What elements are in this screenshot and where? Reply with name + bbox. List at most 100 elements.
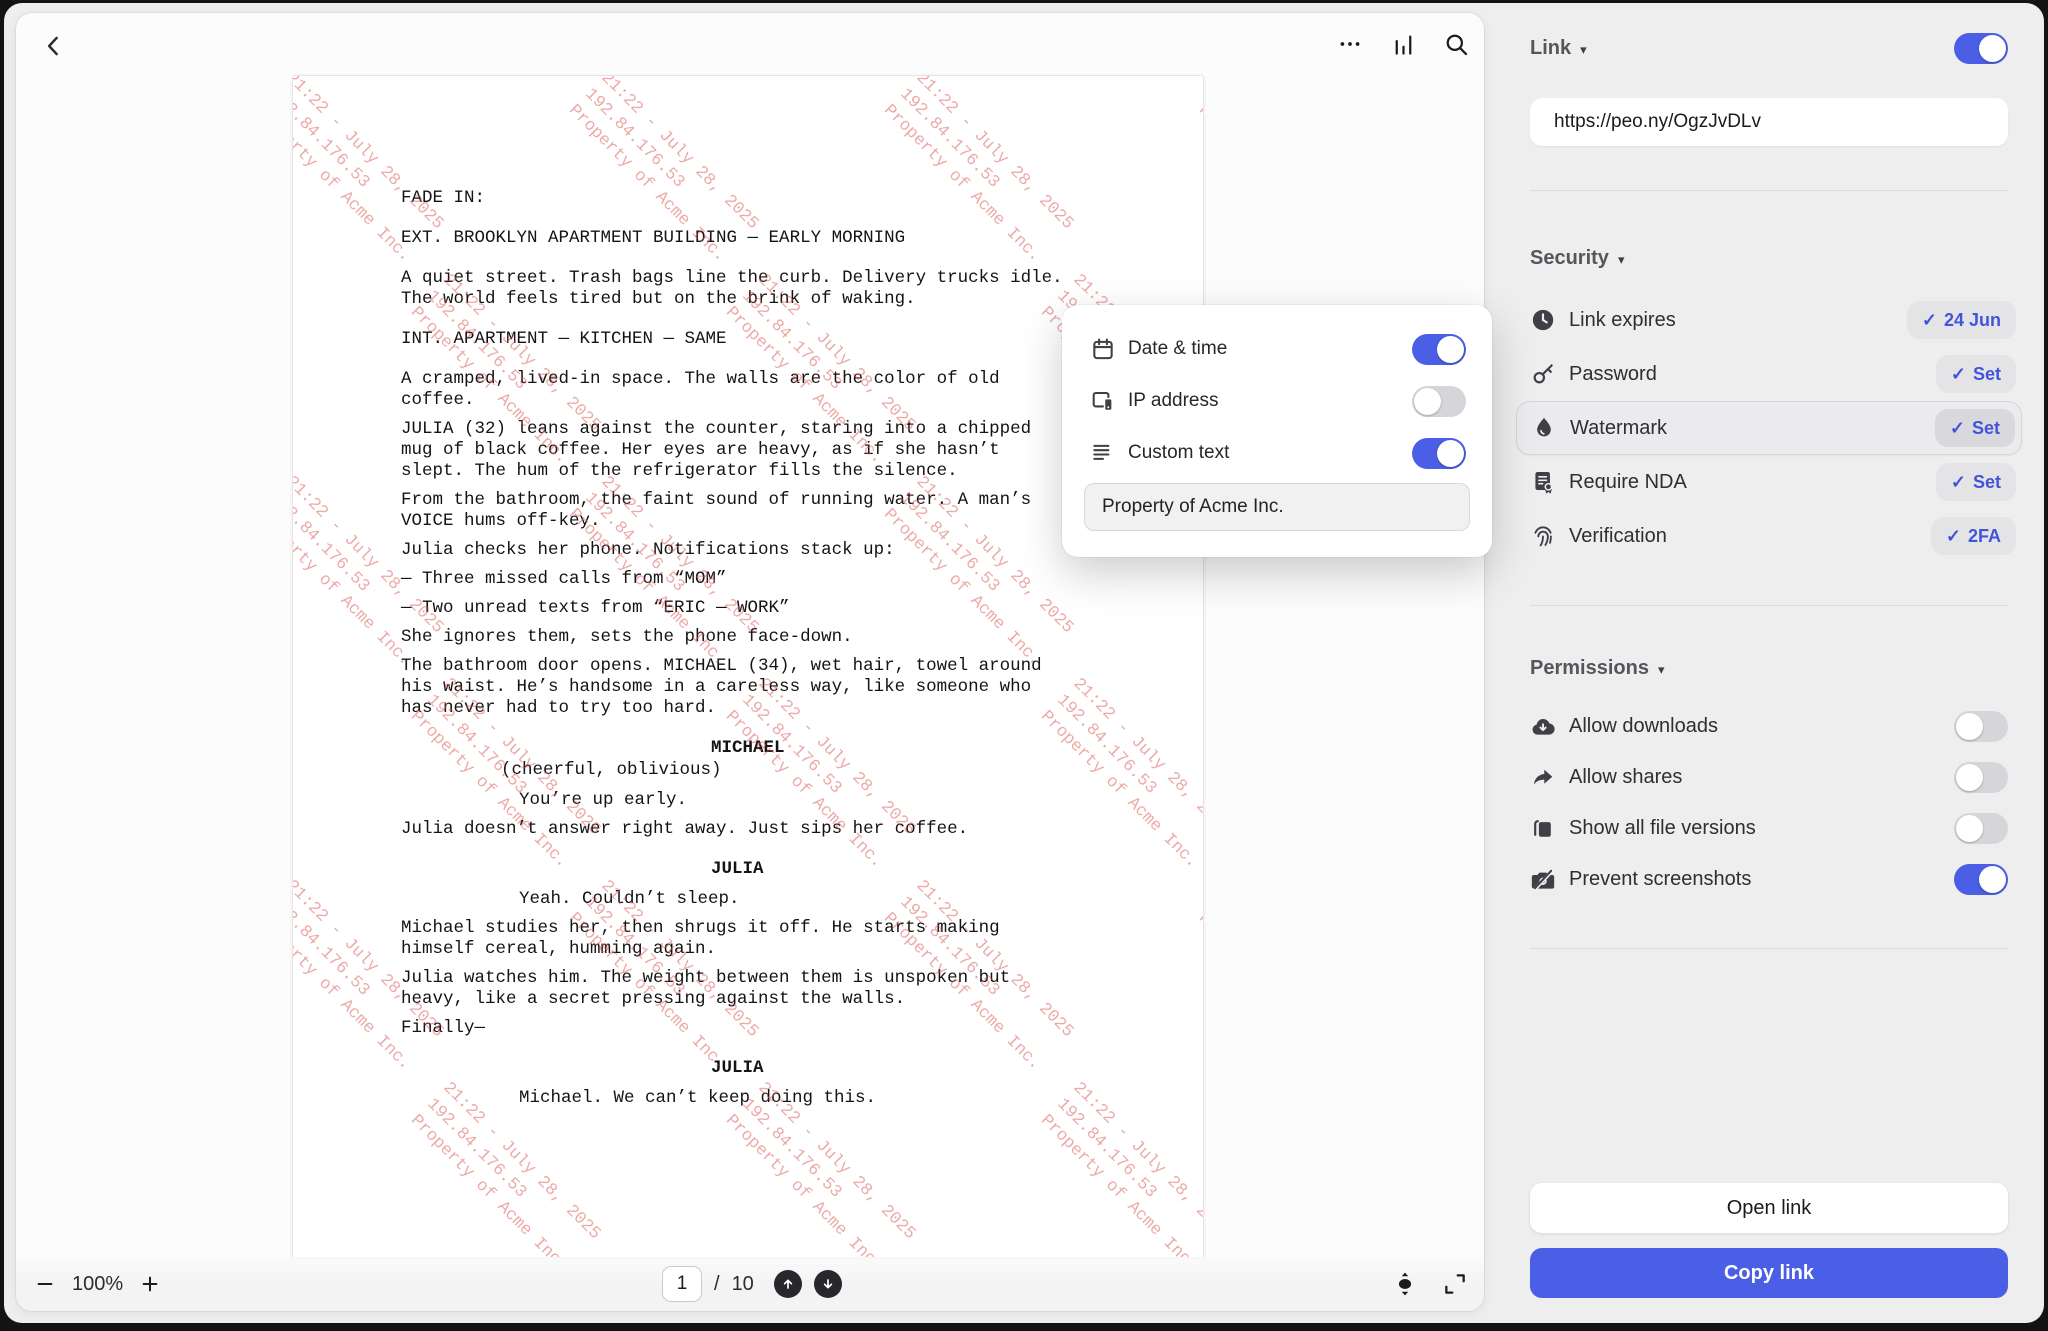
camera-off-icon xyxy=(1530,867,1556,893)
link-header-row: Link ▾ xyxy=(1530,33,2008,64)
search-button[interactable] xyxy=(1440,28,1472,60)
scroll-mode-button[interactable] xyxy=(1390,1269,1420,1299)
next-page-button[interactable] xyxy=(814,1270,842,1298)
open-link-button[interactable]: Open link xyxy=(1530,1183,2008,1233)
script-action: Julia doesn’t answer right away. Just si… xyxy=(401,819,1117,840)
permissions-section-toggle[interactable]: Permissions ▾ xyxy=(1530,657,2008,680)
row-label: Require NDA xyxy=(1569,471,1936,494)
status-badge[interactable]: ✓ 2FA xyxy=(1931,517,2016,555)
page-separator: / xyxy=(714,1273,720,1296)
divider xyxy=(1530,605,2008,606)
prevent-screenshots-toggle[interactable] xyxy=(1954,864,2008,895)
row-label: Link expires xyxy=(1569,309,1907,332)
check-icon: ✓ xyxy=(1922,310,1937,331)
watermark-text: 21:22 - July 28, 2025 192.84.176.53 Prop… xyxy=(1193,875,1204,1075)
script-dialogue: Michael. We can’t keep doing this. xyxy=(519,1088,1117,1109)
key-icon xyxy=(1530,361,1556,387)
toggle-knob xyxy=(1956,815,1983,842)
badge-text: Set xyxy=(1973,364,2001,385)
expand-icon xyxy=(1442,1271,1468,1297)
check-icon: ✓ xyxy=(1950,418,1965,439)
script-dialogue: You’re up early. xyxy=(519,790,1117,811)
divider xyxy=(1530,190,2008,191)
row-label: Prevent screenshots xyxy=(1569,868,1954,891)
link-enabled-toggle[interactable] xyxy=(1954,33,2008,64)
toggle-knob xyxy=(1437,440,1464,467)
permission-row-allow-downloads: Allow downloads xyxy=(1530,701,2008,752)
security-row-password[interactable]: Password✓Set xyxy=(1516,347,2022,401)
badge-text: Set xyxy=(1973,472,2001,493)
droplet-icon xyxy=(1531,415,1557,441)
status-badge[interactable]: ✓ 24 Jun xyxy=(1907,301,2016,339)
script-action: She ignores them, sets the phone face-do… xyxy=(401,627,1117,648)
arrow-down-icon xyxy=(820,1276,836,1292)
page-number-input[interactable] xyxy=(662,1266,702,1302)
allow-downloads-toggle[interactable] xyxy=(1954,711,2008,742)
viewer-toolbar xyxy=(1334,28,1472,60)
allow-shares-toggle[interactable] xyxy=(1954,762,2008,793)
date-time-toggle[interactable] xyxy=(1412,334,1466,365)
row-label: Date & time xyxy=(1128,338,1412,360)
show-all-file-versions-toggle[interactable] xyxy=(1954,813,2008,844)
chevron-down-icon: ▾ xyxy=(1658,662,1665,678)
custom-text-input[interactable] xyxy=(1084,483,1470,531)
security-row-require-nda[interactable]: Require NDA✓Set xyxy=(1516,455,2022,509)
row-label: Verification xyxy=(1569,525,1931,548)
script-character: MICHAEL xyxy=(711,738,1117,759)
badge-text: 24 Jun xyxy=(1944,310,2001,331)
analytics-button[interactable] xyxy=(1387,28,1419,60)
zoom-out-button[interactable] xyxy=(34,1273,56,1295)
badge-text: 2FA xyxy=(1968,526,2001,547)
more-options-button[interactable] xyxy=(1334,28,1366,60)
toggle-knob xyxy=(1414,388,1441,415)
status-badge[interactable]: ✓Set xyxy=(1936,463,2016,501)
custom-text-toggle[interactable] xyxy=(1412,438,1466,469)
script-action: — Three missed calls from “MOM” xyxy=(401,569,1117,590)
arrow-up-icon xyxy=(780,1276,796,1292)
script-action: Finally— xyxy=(401,1018,1117,1039)
chevron-down-icon: ▾ xyxy=(1580,42,1587,58)
share-link-input[interactable] xyxy=(1530,98,2008,146)
toggle-knob xyxy=(1956,764,1983,791)
nda-icon xyxy=(1530,469,1556,495)
security-row-watermark[interactable]: Watermark✓Set xyxy=(1516,401,2022,455)
back-button[interactable] xyxy=(36,28,72,64)
script-action: A quiet street. Trash bags line the curb… xyxy=(401,268,1117,310)
ellipsis-icon xyxy=(1337,31,1363,57)
status-badge[interactable]: ✓ Set xyxy=(1936,355,2016,393)
previous-page-button[interactable] xyxy=(774,1270,802,1298)
security-row-verification[interactable]: Verification ✓ 2FA xyxy=(1516,509,2022,563)
document-viewer: FADE IN:EXT. BROOKLYN APARTMENT BUILDING… xyxy=(16,13,1484,1311)
chevron-down-icon: ▾ xyxy=(1618,252,1625,268)
ip-address-toggle[interactable] xyxy=(1412,386,1466,417)
watermark-option-row: Date & time xyxy=(1062,323,1492,375)
fingerprint-icon xyxy=(1530,523,1556,549)
link-section-toggle[interactable]: Link ▾ xyxy=(1530,37,1587,60)
copy-link-button[interactable]: Copy link xyxy=(1530,1248,2008,1298)
page-total: 10 xyxy=(732,1273,754,1296)
fullscreen-button[interactable] xyxy=(1440,1269,1470,1299)
script-character: JULIA xyxy=(711,859,1117,880)
check-icon: ✓ xyxy=(1951,364,1966,385)
security-section-title: Security xyxy=(1530,247,1609,270)
script-scene: INT. APARTMENT — KITCHEN — SAME xyxy=(401,329,1117,350)
row-label: Custom text xyxy=(1128,442,1412,464)
row-label: Allow downloads xyxy=(1569,715,1954,738)
row-label: IP address xyxy=(1128,390,1412,412)
plus-icon xyxy=(139,1273,161,1295)
security-section-toggle[interactable]: Security ▾ xyxy=(1530,247,2008,270)
permission-row-prevent-screenshots: Prevent screenshots xyxy=(1530,854,2008,905)
viewer-bottom-bar: 100% / 10 xyxy=(16,1257,1484,1311)
download-icon xyxy=(1530,714,1556,740)
script-action: — Two unread texts from “ERIC — WORK” xyxy=(401,598,1117,619)
chevron-left-icon xyxy=(41,33,67,59)
scroll-icon xyxy=(1392,1271,1418,1297)
security-row-link-expires[interactable]: Link expires ✓ 24 Jun xyxy=(1516,293,2022,347)
toggle-knob xyxy=(1979,866,2006,893)
zoom-in-button[interactable] xyxy=(139,1273,161,1295)
row-label: Allow shares xyxy=(1569,766,1954,789)
app-window: FADE IN:EXT. BROOKLYN APARTMENT BUILDING… xyxy=(4,3,2044,1323)
status-badge[interactable]: ✓Set xyxy=(1935,409,2015,447)
check-icon: ✓ xyxy=(1946,526,1961,547)
link-section-title: Link xyxy=(1530,37,1571,60)
